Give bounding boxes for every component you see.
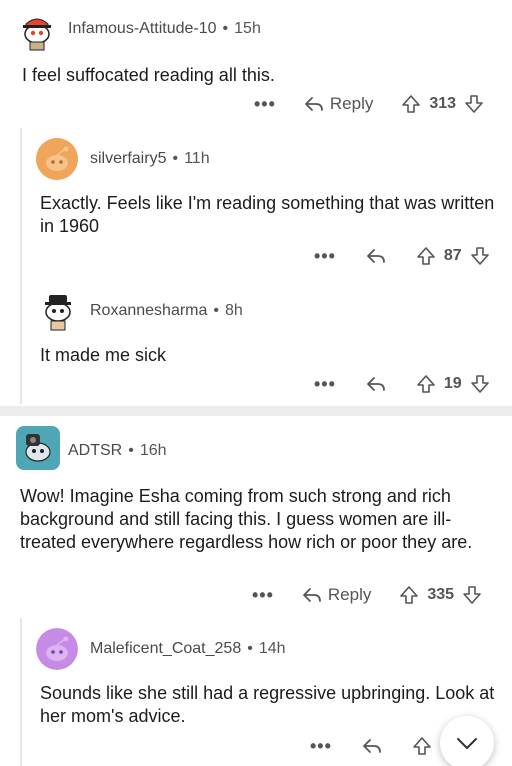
reply-arrow-icon <box>303 588 321 602</box>
snoo-avatar-icon <box>36 138 78 180</box>
vote-score: 87 <box>443 247 462 264</box>
upvote-icon[interactable] <box>416 246 436 266</box>
vote-score: 313 <box>429 95 457 112</box>
more-options-button[interactable]: ••• <box>314 247 336 265</box>
comment-meta: Maleficent_Coat_258 • 14h <box>90 640 286 658</box>
comment-meta: ADTSR • 16h <box>68 442 167 460</box>
comment-text: Wow! Imagine Esha coming from such stron… <box>20 486 473 552</box>
reply-arrow-icon <box>367 377 385 391</box>
meta-separator: • <box>128 442 134 459</box>
timestamp: 16h <box>139 442 167 459</box>
scroll-down-button[interactable] <box>440 716 494 766</box>
timestamp: 15h <box>234 20 261 37</box>
username[interactable]: Maleficent_Coat_258 <box>90 640 241 658</box>
vote-controls: 313 <box>401 94 484 114</box>
meta-separator: • <box>222 20 229 37</box>
upvote-icon[interactable] <box>416 374 436 394</box>
comment-text: It made me sick <box>40 345 167 365</box>
reply-button[interactable]: Reply <box>302 585 371 605</box>
vote-controls: 87 <box>416 246 490 266</box>
timestamp: 8h <box>225 302 243 319</box>
upvote-icon[interactable] <box>412 736 432 756</box>
reply-button[interactable] <box>362 738 388 754</box>
more-options-button[interactable]: ••• <box>314 375 336 393</box>
downvote-icon[interactable] <box>470 246 490 266</box>
downvote-icon[interactable] <box>464 94 484 114</box>
downvote-icon[interactable] <box>462 585 482 605</box>
comment-text: I feel suffocated reading all this. <box>22 65 275 85</box>
vote-score: 19 <box>443 375 462 392</box>
timestamp: 11h <box>184 150 210 167</box>
comment-meta: Infamous-Attitude-10 • 15h <box>68 20 261 38</box>
meta-separator: • <box>172 150 179 167</box>
more-options-button[interactable]: ••• <box>310 737 332 755</box>
avatar[interactable] <box>36 628 78 670</box>
comment-text: Sounds like she still had a regressive u… <box>40 683 495 726</box>
snoo-avatar-icon <box>36 288 80 332</box>
comment-actions: ••• Reply 313 <box>254 92 484 116</box>
comment-meta: Roxannesharma • 8h <box>90 302 243 320</box>
more-options-button[interactable]: ••• <box>252 586 274 604</box>
username[interactable]: silverfairy5 <box>90 150 166 168</box>
comment-text: Exactly. Feels like I'm reading somethin… <box>40 193 495 236</box>
reply-arrow-icon <box>367 249 385 263</box>
username[interactable]: ADTSR <box>68 442 122 460</box>
username[interactable]: Roxannesharma <box>90 302 207 320</box>
username[interactable]: Infamous-Attitude-10 <box>68 20 217 38</box>
reply-button[interactable]: Reply <box>304 94 373 114</box>
thread-separator <box>0 406 512 416</box>
avatar[interactable] <box>14 6 60 52</box>
reply-label: Reply <box>329 94 374 113</box>
vote-score: 335 <box>427 586 455 603</box>
vote-controls: 335 <box>399 585 482 605</box>
snoo-avatar-icon <box>14 6 60 52</box>
meta-separator: • <box>247 640 253 657</box>
avatar[interactable] <box>36 288 80 332</box>
thread-line[interactable] <box>20 618 22 766</box>
vote-controls: 19 <box>416 374 490 394</box>
snoo-avatar-icon <box>16 426 60 470</box>
comment-actions: ••• 87 <box>314 244 490 268</box>
avatar[interactable] <box>16 426 60 470</box>
comment-actions: ••• 19 <box>314 372 490 396</box>
avatar[interactable] <box>36 138 78 180</box>
more-options-button[interactable]: ••• <box>254 95 276 113</box>
meta-separator: • <box>213 302 220 319</box>
upvote-icon[interactable] <box>399 585 419 605</box>
reply-button[interactable] <box>366 376 392 392</box>
reply-label: Reply <box>327 585 372 604</box>
snoo-avatar-icon <box>36 628 78 670</box>
reply-button[interactable] <box>366 248 392 264</box>
comment-actions: ••• Reply 335 <box>252 583 482 607</box>
reply-arrow-icon <box>363 739 381 753</box>
chevron-down-icon <box>457 738 477 749</box>
thread-line[interactable] <box>20 128 22 404</box>
comment-meta: silverfairy5 • 11h <box>90 150 210 168</box>
timestamp: 14h <box>258 640 286 657</box>
reply-arrow-icon <box>305 97 323 111</box>
upvote-icon[interactable] <box>401 94 421 114</box>
downvote-icon[interactable] <box>470 374 490 394</box>
